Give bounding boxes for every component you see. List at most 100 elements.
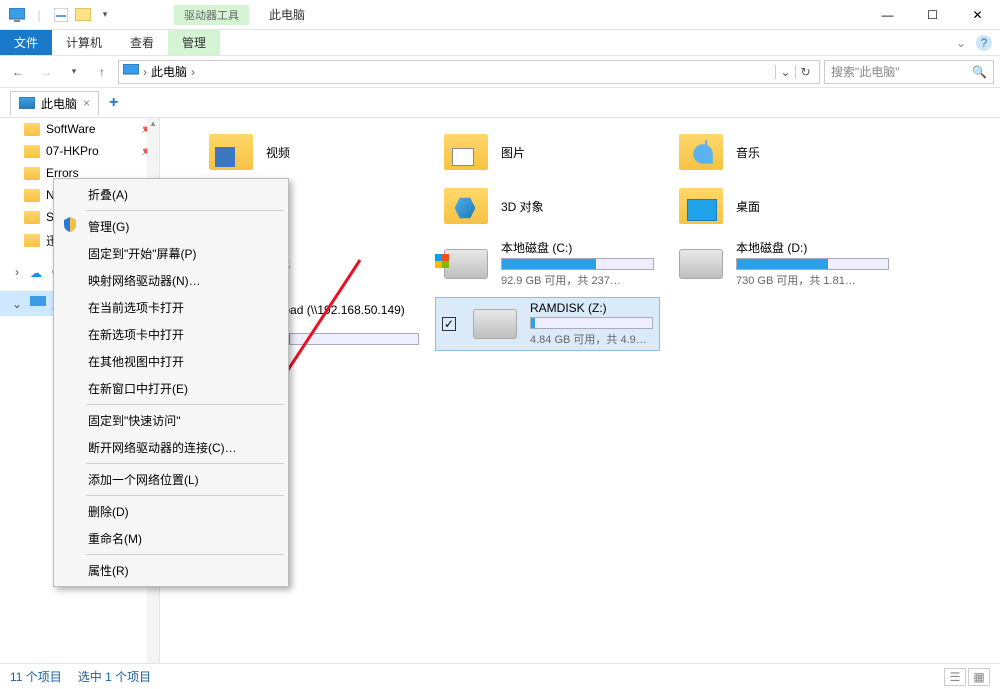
refresh-button[interactable]: ↻	[795, 65, 815, 79]
folder-icon	[24, 167, 40, 180]
drive-icon	[444, 249, 488, 279]
address-pc-icon	[123, 64, 139, 79]
view-tiles-button[interactable]: ▦	[968, 668, 990, 686]
sidebar-item-software[interactable]: SoftWare📌	[0, 118, 159, 140]
collapse-icon[interactable]: ⌄	[10, 297, 24, 311]
item-label: 桌面	[736, 198, 889, 215]
ribbon-expand-icon[interactable]: ⌄	[956, 36, 966, 50]
sidebar-item-label: SoftWare	[46, 122, 96, 136]
menu-manage[interactable]: 管理(G)	[56, 213, 286, 240]
qat-dropdown-icon[interactable]: ▾	[96, 6, 114, 24]
menu-label: 管理(G)	[88, 220, 129, 234]
minimize-button[interactable]: —	[865, 0, 910, 30]
tab-file[interactable]: 文件	[0, 30, 52, 55]
item-label: 视频	[266, 144, 419, 161]
drive-z-ramdisk[interactable]: ✓ RAMDISK (Z:) 4.84 GB 可用，共 4.9…	[435, 297, 660, 351]
close-button[interactable]: ✕	[955, 0, 1000, 30]
menu-properties[interactable]: 属性(R)	[56, 557, 286, 584]
ribbon: 文件 计算机 查看 管理 ⌄ ?	[0, 30, 1000, 56]
folder-icon	[24, 234, 40, 247]
tab-view[interactable]: 查看	[116, 30, 168, 55]
menu-open-other-view[interactable]: 在其他视图中打开	[56, 348, 286, 375]
drive-icon	[473, 309, 517, 339]
expand-icon[interactable]: ›	[10, 265, 24, 279]
sidebar-item-hkpro[interactable]: 07-HKPro📌	[0, 140, 159, 162]
item-stats: 92.9 GB 可用，共 237…	[501, 272, 654, 288]
pc-icon	[30, 296, 46, 311]
title-bar: | ▾ 驱动器工具 此电脑 — ☐ ✕	[0, 0, 1000, 30]
navigation-bar: ← → ▾ ↑ › 此电脑 › ⌄ ↻ 搜索"此电脑" 🔍	[0, 56, 1000, 88]
item-label: 3D 对象	[501, 198, 654, 215]
new-folder-icon[interactable]	[74, 6, 92, 24]
folder-icon	[24, 211, 40, 224]
menu-open-new-tab[interactable]: 在新选项卡中打开	[56, 321, 286, 348]
folder-icon	[24, 123, 40, 136]
context-menu: 折叠(A) 管理(G) 固定到"开始"屏幕(P) 映射网络驱动器(N)… 在当前…	[53, 178, 289, 587]
folder-desktop[interactable]: 桌面	[670, 182, 895, 230]
breadcrumb-sep: ›	[191, 65, 195, 79]
up-button[interactable]: ↑	[90, 60, 114, 84]
ribbon-context-label: 驱动器工具	[174, 5, 249, 25]
item-label: 本地磁盘 (C:)	[501, 239, 654, 256]
tab-computer[interactable]: 计算机	[52, 30, 116, 55]
folder-icon	[24, 189, 40, 202]
item-label: 本地磁盘 (D:)	[736, 239, 889, 256]
sidebar-item-label: 07-HKPro	[46, 144, 99, 158]
drive-c[interactable]: 本地磁盘 (C:) 92.9 GB 可用，共 237…	[435, 236, 660, 291]
item-label: 音乐	[736, 144, 889, 161]
view-details-button[interactable]: ☰	[944, 668, 966, 686]
document-tabs: 此电脑 × +	[0, 88, 1000, 118]
menu-map-drive[interactable]: 映射网络驱动器(N)…	[56, 267, 286, 294]
tab-close-icon[interactable]: ×	[83, 96, 90, 110]
menu-open-new-window[interactable]: 在新窗口中打开(E)	[56, 375, 286, 402]
folder-icon	[24, 145, 40, 158]
maximize-button[interactable]: ☐	[910, 0, 955, 30]
drive-icon	[679, 249, 723, 279]
item-label: 图片	[501, 144, 654, 161]
window-title: 此电脑	[269, 6, 305, 23]
capacity-bar	[530, 317, 653, 329]
qat-sep: |	[30, 6, 48, 24]
help-icon[interactable]: ?	[976, 35, 992, 51]
status-bar: 11 个项目 选中 1 个项目 ☰ ▦	[0, 663, 1000, 689]
folder-music[interactable]: 音乐	[670, 128, 895, 176]
shield-icon	[62, 216, 80, 234]
menu-disconnect-drive[interactable]: 断开网络驱动器的连接(C)…	[56, 434, 286, 461]
tab-this-pc[interactable]: 此电脑 ×	[10, 91, 99, 115]
pc-icon	[8, 6, 26, 24]
search-box[interactable]: 搜索"此电脑" 🔍	[824, 60, 994, 84]
breadcrumb-sep: ›	[143, 65, 147, 79]
onedrive-icon: ☁	[30, 266, 46, 278]
item-stats: 4.84 GB 可用，共 4.9…	[530, 331, 653, 347]
menu-delete[interactable]: 删除(D)	[56, 498, 286, 525]
drive-d[interactable]: 本地磁盘 (D:) 730 GB 可用，共 1.81…	[670, 236, 895, 291]
menu-pin-start[interactable]: 固定到"开始"屏幕(P)	[56, 240, 286, 267]
menu-open-current-tab[interactable]: 在当前选项卡打开	[56, 294, 286, 321]
search-icon[interactable]: 🔍	[972, 65, 987, 79]
menu-add-network-location[interactable]: 添加一个网络位置(L)	[56, 466, 286, 493]
tab-manage[interactable]: 管理	[168, 30, 220, 55]
address-dropdown-icon[interactable]: ⌄	[775, 65, 795, 79]
item-stats: 730 GB 可用，共 1.81…	[736, 272, 889, 288]
breadcrumb-root[interactable]: 此电脑	[151, 63, 187, 80]
back-button[interactable]: ←	[6, 60, 30, 84]
new-tab-button[interactable]: +	[103, 94, 124, 112]
checkbox[interactable]: ✓	[442, 317, 456, 331]
search-placeholder: 搜索"此电脑"	[831, 63, 900, 80]
menu-collapse[interactable]: 折叠(A)	[56, 181, 286, 208]
capacity-bar	[501, 258, 654, 270]
status-item-count: 11 个项目	[10, 668, 62, 685]
item-label: RAMDISK (Z:)	[530, 301, 653, 315]
menu-rename[interactable]: 重命名(M)	[56, 525, 286, 552]
address-bar[interactable]: › 此电脑 › ⌄ ↻	[118, 60, 820, 84]
forward-button[interactable]: →	[34, 60, 58, 84]
status-selection: 选中 1 个项目	[78, 668, 151, 685]
folder-3dobjects[interactable]: 3D 对象	[435, 182, 660, 230]
menu-pin-quick-access[interactable]: 固定到"快速访问"	[56, 407, 286, 434]
tab-label: 此电脑	[41, 95, 77, 112]
folder-pictures[interactable]: 图片	[435, 128, 660, 176]
pc-icon	[19, 97, 35, 109]
recent-dropdown[interactable]: ▾	[62, 60, 86, 84]
properties-icon[interactable]	[52, 6, 70, 24]
folder-videos[interactable]: 视频	[200, 128, 425, 176]
